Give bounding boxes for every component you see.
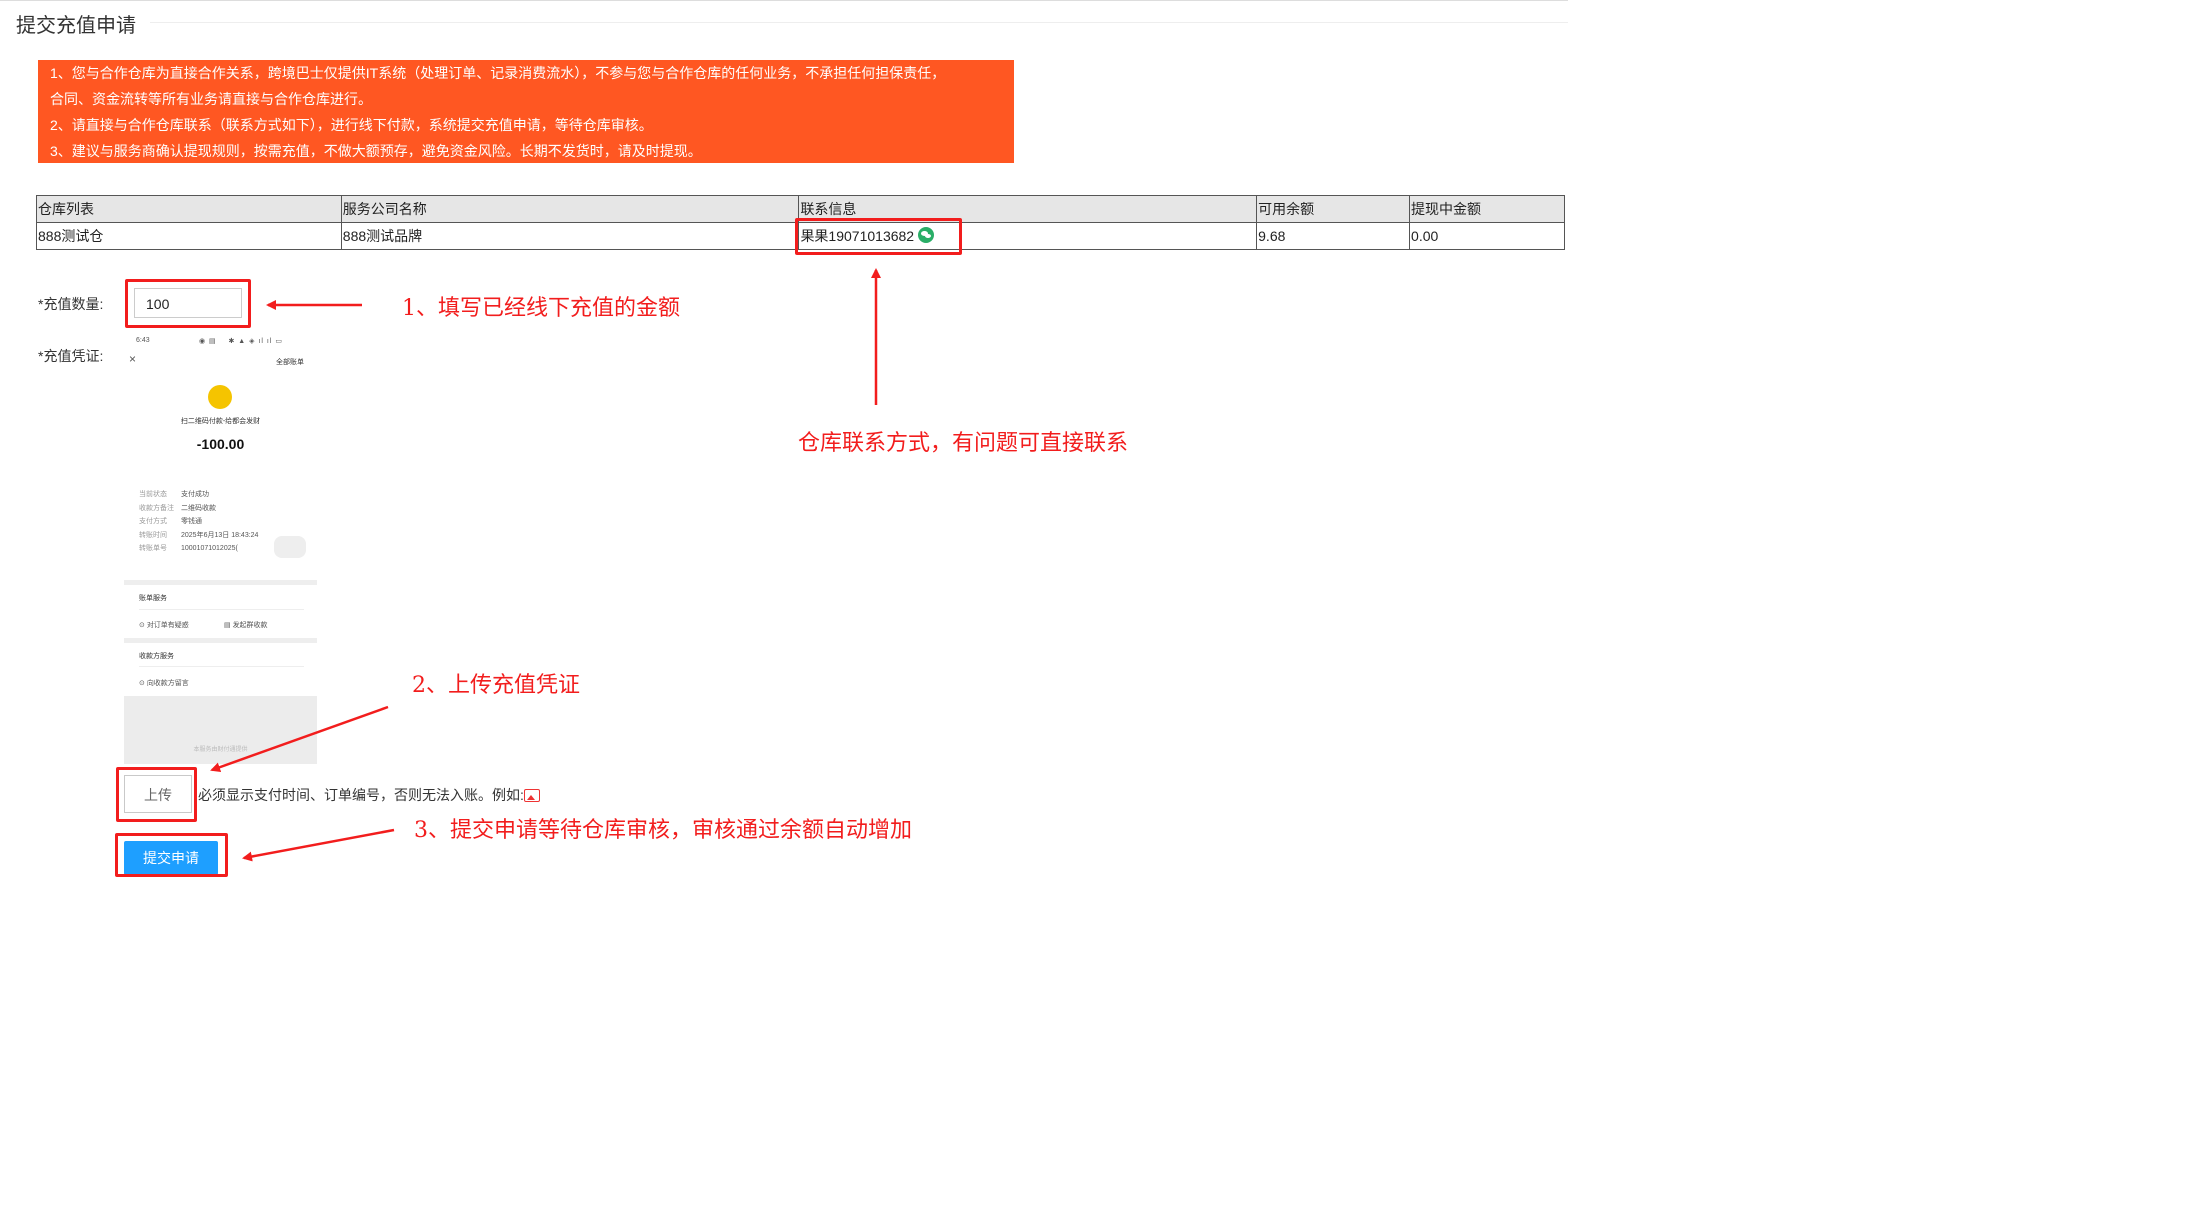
annotation-arrows xyxy=(210,268,881,862)
arrow-to-upload xyxy=(210,705,389,773)
arrow-to-submit xyxy=(242,828,395,862)
